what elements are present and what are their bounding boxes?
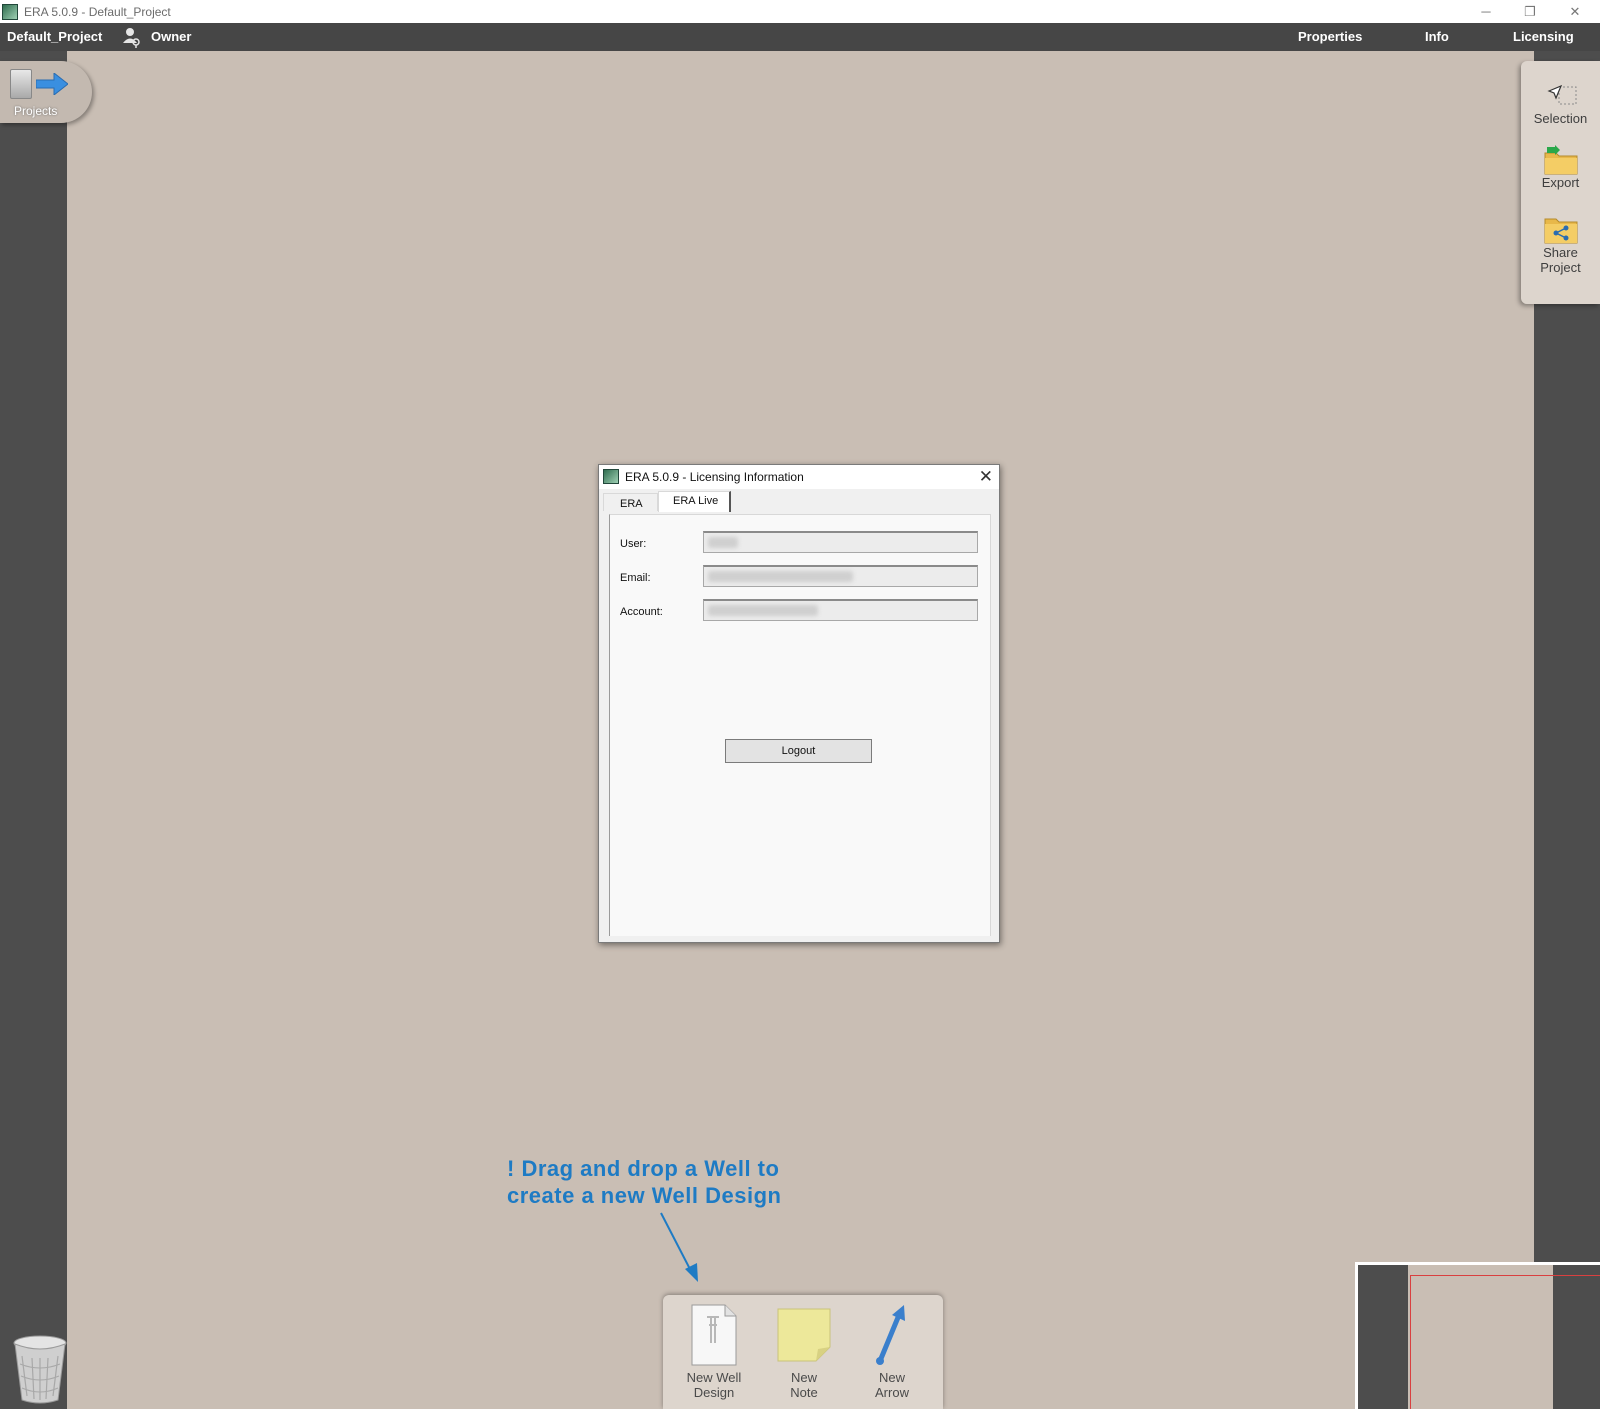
well-design-document-icon [691, 1304, 737, 1366]
export-folder-icon [1544, 145, 1577, 175]
trash-bin-icon[interactable] [12, 1334, 70, 1404]
minimap-background [1358, 1265, 1600, 1409]
minimap[interactable] [1355, 1262, 1600, 1409]
redacted-value [708, 571, 853, 582]
email-field[interactable] [703, 565, 978, 587]
export-label: Export [1541, 175, 1580, 190]
menu-licensing[interactable]: Licensing [1513, 29, 1574, 44]
redacted-value [708, 605, 818, 616]
projects-label: Projects [14, 104, 58, 118]
close-window-button[interactable]: ✕ [1553, 0, 1597, 23]
menu-info[interactable]: Info [1425, 29, 1449, 44]
owner-icon [123, 28, 140, 48]
email-label: Email: [620, 572, 651, 584]
era-application: ERA 5.0.9 - Default_Project ─ ❐ ✕ Defaul… [0, 0, 1600, 1409]
hint-line-1: ! Drag and drop a Well to [507, 1156, 780, 1181]
era-app-icon [2, 3, 18, 20]
selection-label: Selection [1533, 111, 1588, 126]
share-project-tool[interactable]: Share Project [1521, 213, 1600, 275]
window-title-bar: ERA 5.0.9 - Default_Project ─ ❐ ✕ [0, 0, 1600, 23]
logout-button[interactable]: Logout [725, 739, 872, 763]
owner-label[interactable]: Owner [151, 29, 191, 44]
minimize-button[interactable]: ─ [1464, 0, 1508, 23]
element-palette: New Well Design New Note New Arrow [663, 1295, 943, 1409]
share-project-label: Share Project [1540, 245, 1581, 275]
projects-button[interactable]: Projects [0, 61, 92, 123]
redacted-value [708, 537, 738, 548]
user-field[interactable] [703, 531, 978, 553]
tool-panel: Selection Export Share Project [1521, 61, 1600, 304]
restore-button[interactable]: ❐ [1508, 0, 1552, 23]
menu-bar: Default_Project Owner Properties Info Li… [0, 23, 1600, 51]
tab-era[interactable]: ERA [603, 493, 658, 511]
era-app-icon [603, 469, 619, 484]
window-title: ERA 5.0.9 - Default_Project [24, 4, 171, 19]
new-arrow-label: New Arrow [875, 1370, 909, 1400]
menu-properties[interactable]: Properties [1298, 29, 1362, 44]
dialog-title-bar: ERA 5.0.9 - Licensing Information ✕ [599, 465, 999, 489]
sticky-note-icon [777, 1308, 831, 1362]
dialog-close-icon[interactable]: ✕ [979, 467, 993, 487]
arrow-right-icon [36, 73, 68, 95]
hint-arrow-icon [660, 1212, 698, 1282]
blue-arrow-icon [876, 1305, 905, 1365]
selection-icon [1546, 84, 1576, 105]
drag-drop-hint: ! Drag and drop a Well to create a new W… [507, 1155, 811, 1209]
dialog-title: ERA 5.0.9 - Licensing Information [625, 470, 804, 484]
file-cabinet-icon [10, 69, 32, 99]
selection-tool[interactable]: Selection [1521, 83, 1600, 126]
project-name[interactable]: Default_Project [7, 29, 102, 44]
user-label: User: [620, 538, 647, 550]
new-note-label: New Note [790, 1370, 818, 1400]
new-well-design-label: New Well Design [686, 1370, 742, 1400]
export-tool[interactable]: Export [1521, 145, 1600, 190]
licensing-dialog: ERA 5.0.9 - Licensing Information ✕ ERA … [598, 464, 1000, 943]
account-label: Account: [620, 606, 663, 618]
left-margin [0, 51, 67, 1409]
account-field[interactable] [703, 599, 978, 621]
share-folder-icon [1544, 218, 1577, 244]
tab-era-live[interactable]: ERA Live [658, 491, 731, 512]
hint-line-2: create a new Well Design [507, 1183, 782, 1208]
minimap-viewport[interactable] [1410, 1275, 1600, 1409]
era-live-tab-panel: User: Email: Account: Logout [609, 514, 991, 936]
